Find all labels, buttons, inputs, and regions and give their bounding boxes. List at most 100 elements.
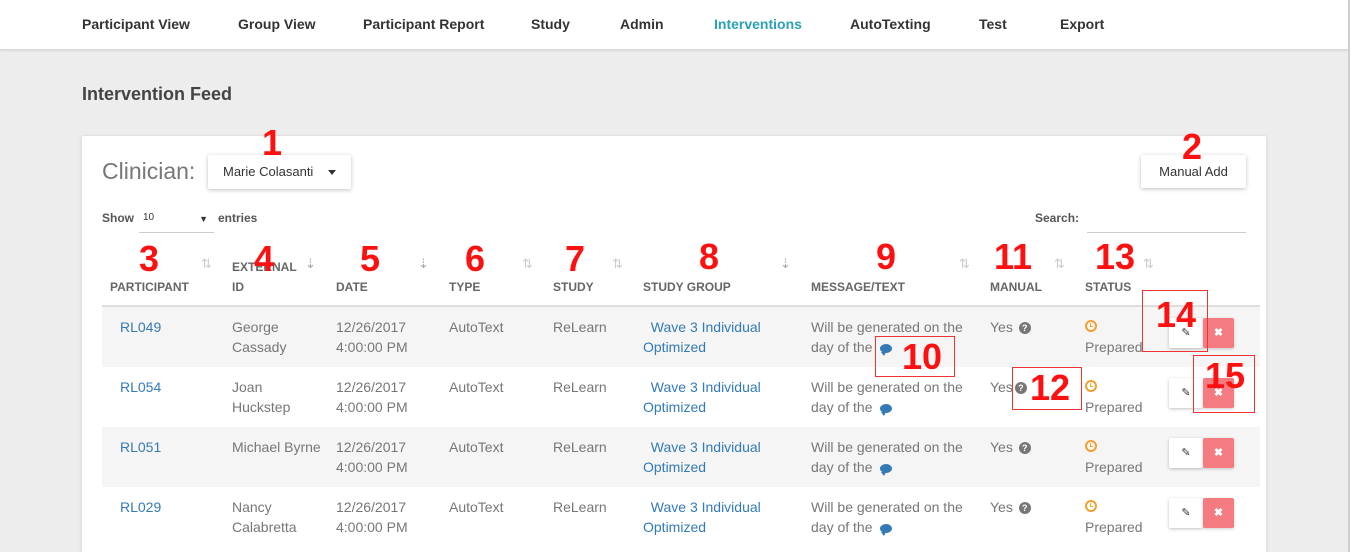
manual-value: Yes [990,379,1013,395]
annotation-number: 14 [1156,294,1197,335]
study-group-line2: Optimized [643,459,707,475]
study-group-line2: Optimized [643,519,707,535]
chat-bubble-icon[interactable] [880,464,893,476]
header-date[interactable]: DATE [336,277,368,297]
clinician-label: Clinician: [102,158,196,184]
study-group-link[interactable]: Wave 3 Individual Optimized [643,317,761,357]
entries-label: entries [218,211,258,225]
delete-button[interactable]: ✖ [1203,438,1234,468]
edit-icon: ✎ [1181,507,1191,519]
header-manual[interactable]: MANUAL [990,277,1042,297]
message-cell: Will be generated on the day of the [811,497,963,537]
sort-desc-icon[interactable]: ⇣ [305,256,316,272]
delete-button[interactable]: ✖ [1203,498,1234,528]
sort-icon[interactable]: ⇅ [522,256,533,272]
clock-icon [1085,440,1097,452]
caret-down-icon [328,170,336,175]
clock-icon [1085,380,1097,392]
external-line1: Joan [232,379,263,395]
header-message[interactable]: MESSAGE/TEXT [811,277,905,297]
external-line1: George [232,319,279,335]
chat-bubble-icon[interactable] [880,404,893,416]
sort-icon[interactable]: ⇅ [1054,256,1065,272]
message-line1: Will be generated on the [811,319,963,335]
page-title: Intervention Feed [82,84,233,104]
external-id-cell: Michael Byrne [232,437,321,457]
study-group-link[interactable]: Wave 3 Individual Optimized [643,377,761,417]
external-id-cell: George Cassady [232,317,286,357]
status-cell: Prepared [1085,377,1143,417]
annotation-number: 13 [1095,236,1136,277]
message-line1: Will be generated on the [811,439,963,455]
annotation-number: 3 [139,238,160,279]
nav-participant-view[interactable]: Participant View [82,16,190,32]
study-group-link[interactable]: Wave 3 Individual Optimized [643,437,761,477]
status-value: Prepared [1085,459,1143,475]
study-group-line1: Wave 3 Individual [650,439,761,455]
header-type[interactable]: TYPE [449,277,480,297]
participant-link[interactable]: RL051 [120,437,161,457]
nav-participant-report[interactable]: Participant Report [363,16,484,32]
participant-link[interactable]: RL049 [120,317,161,337]
question-circle-icon[interactable]: ? [1018,322,1031,334]
delete-x-icon: ✖ [1213,447,1224,459]
date-cell: 12/26/2017 4:00:00 PM [336,377,408,417]
edit-icon: ✎ [1181,387,1191,399]
nav-test[interactable]: Test [979,16,1007,32]
status-value: Prepared [1085,519,1143,535]
message-line1: Will be generated on the [811,499,963,515]
study-group-line1: Wave 3 Individual [650,499,761,515]
date-cell: 12/26/2017 4:00:00 PM [336,437,408,477]
nav-export[interactable]: Export [1060,16,1104,32]
question-circle-icon[interactable]: ? [1018,442,1031,454]
external-line1: Nancy [232,499,272,515]
edit-button[interactable]: ✎ [1169,438,1203,468]
search-input[interactable] [1087,206,1246,233]
external-line1: Michael Byrne [232,439,321,455]
chat-bubble-icon[interactable] [880,524,893,536]
annotation-number: 5 [360,238,381,279]
header-study-group[interactable]: STUDY GROUP [643,277,731,297]
message-line2: day of the [811,399,873,415]
date-line2: 4:00:00 PM [336,459,408,475]
message-line2: day of the [811,519,873,535]
annotation-number: 9 [876,236,897,277]
annotation-number: 12 [1030,367,1071,408]
clock-icon [1085,500,1097,512]
participant-link[interactable]: RL054 [120,377,161,397]
date-line2: 4:00:00 PM [336,399,408,415]
edit-button[interactable]: ✎ [1169,498,1203,528]
external-line2: Huckstep [232,399,291,415]
nav-autotexting[interactable]: AutoTexting [850,16,931,32]
clock-icon [1085,320,1097,332]
question-circle-icon[interactable]: ? [1018,502,1031,514]
header-study[interactable]: STUDY [553,277,594,297]
manual-value: Yes [990,439,1013,455]
nav-study[interactable]: Study [531,16,570,32]
annotation-number: 11 [994,236,1033,277]
table-row: RL029 Nancy Calabretta 12/26/2017 4:00:00 … [102,487,1260,547]
nav-interventions[interactable]: Interventions [714,16,802,32]
sort-desc-icon[interactable]: ⇣ [780,256,791,272]
sort-desc-icon[interactable]: ⇣ [418,256,429,272]
delete-x-icon: ✖ [1213,507,1224,519]
header-status[interactable]: STATUS [1085,277,1131,297]
show-label: Show [102,211,134,225]
participant-link[interactable]: RL029 [120,497,161,517]
sort-icon[interactable]: ⇅ [1143,256,1154,272]
status-value: Prepared [1085,339,1143,355]
header-participant[interactable]: PARTICIPANT [110,277,189,297]
sort-icon[interactable]: ⇅ [959,256,970,272]
study-group-link[interactable]: Wave 3 Individual Optimized [643,497,761,537]
sort-icon[interactable]: ⇅ [201,256,212,272]
status-cell: Prepared [1085,497,1143,537]
nav-group-view[interactable]: Group View [238,16,316,32]
delete-x-icon: ✖ [1213,327,1224,339]
entries-per-page-select[interactable]: 10 ▼ [139,207,214,233]
manual-value: Yes [990,499,1013,515]
sort-icon[interactable]: ⇅ [612,256,623,272]
study-group-line1: Wave 3 Individual [650,379,761,395]
study-cell: ReLearn [553,379,607,395]
search-label: Search: [1035,211,1080,225]
nav-admin[interactable]: Admin [620,16,664,32]
